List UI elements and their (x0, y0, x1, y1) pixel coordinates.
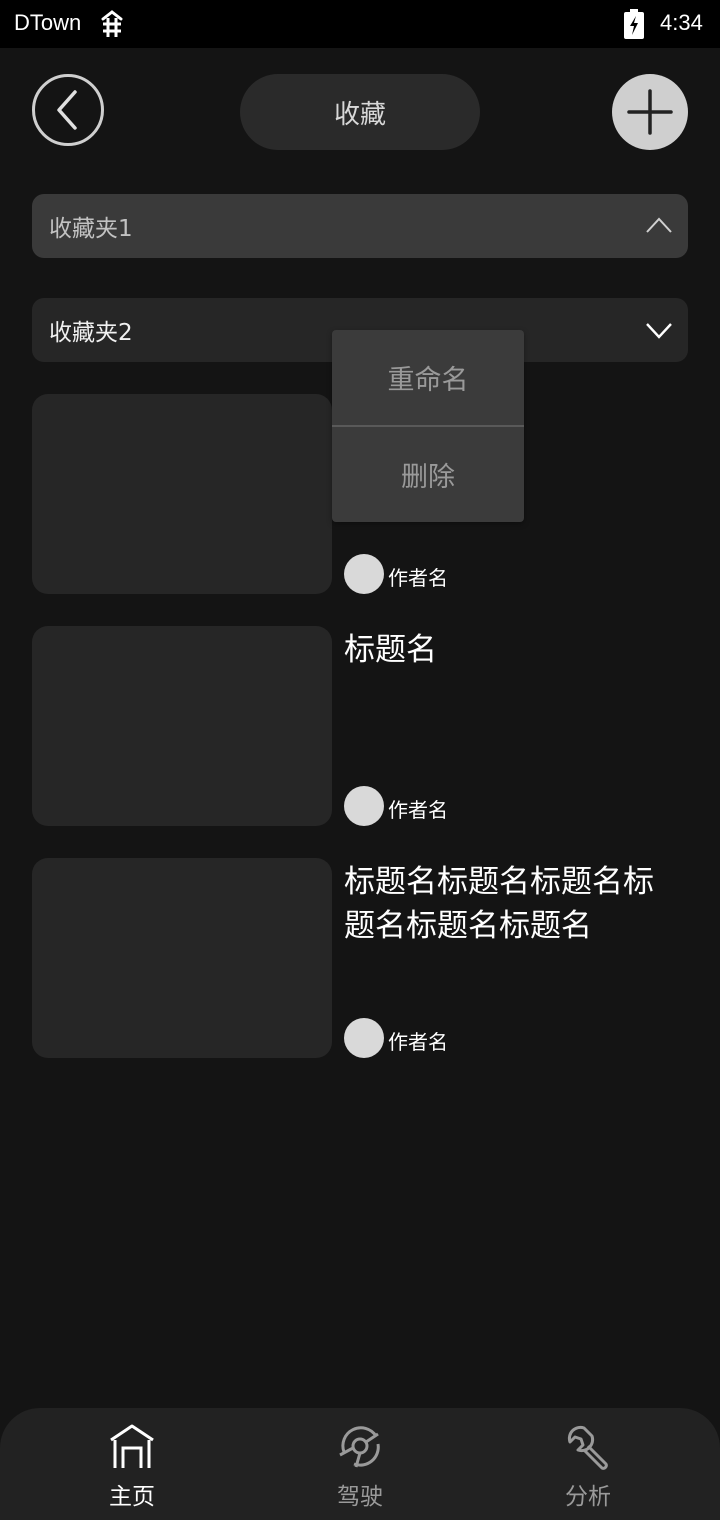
plus-icon (627, 89, 673, 135)
clock-label: 4:34 (660, 10, 703, 35)
delete-menu-item[interactable]: 删除 (332, 427, 524, 522)
author-name[interactable]: 作者名 (388, 794, 448, 823)
home-icon (110, 1424, 154, 1468)
wrench-icon (567, 1425, 608, 1470)
rename-menu-item[interactable]: 重命名 (332, 330, 524, 425)
post-thumbnail[interactable] (32, 626, 332, 826)
add-button[interactable] (612, 74, 688, 150)
post-title: 标题名 (344, 632, 437, 668)
avatar[interactable] (344, 554, 384, 594)
post-thumbnail[interactable] (32, 858, 332, 1058)
folder-row-1[interactable]: 收藏夹1 (32, 194, 688, 258)
status-bar: DTown 4:34 (0, 0, 720, 48)
battery-charging-icon (624, 9, 644, 39)
nav-label-drive: 驾驶 (337, 1484, 383, 1510)
author-name[interactable]: 作者名 (388, 562, 448, 591)
signal-icon (101, 10, 123, 37)
post-card[interactable]: 标题名 作者名 (32, 626, 688, 826)
context-menu: 重命名 删除 (332, 330, 524, 522)
chevron-left-icon (57, 90, 77, 130)
avatar[interactable] (344, 1018, 384, 1058)
bottom-nav: 主页 驾驶 分析 (0, 1408, 720, 1520)
folder-name: 收藏夹2 (49, 320, 133, 346)
page-title: 收藏 (240, 74, 480, 150)
nav-item-drive[interactable]: 驾驶 (290, 1420, 430, 1516)
chevron-up-icon[interactable] (644, 212, 674, 240)
nav-item-analysis[interactable]: 分析 (518, 1420, 658, 1516)
nav-label-analysis: 分析 (565, 1484, 611, 1510)
favorites-screen: DTown 4:34 收藏 收藏夹1 收藏夹2 重命名 删除 作者名 标题名 作… (0, 0, 720, 1520)
post-card[interactable]: 标题名标题名标题名标题名标题名标题名 作者名 (32, 858, 688, 1058)
nav-label-home: 主页 (109, 1484, 155, 1510)
nav-item-home[interactable]: 主页 (62, 1420, 202, 1516)
post-thumbnail[interactable] (32, 394, 332, 594)
back-button[interactable] (32, 74, 104, 146)
folder-name: 收藏夹1 (49, 216, 133, 242)
avatar[interactable] (344, 786, 384, 826)
chevron-down-icon[interactable] (644, 316, 674, 344)
carrier-label: DTown (14, 10, 82, 35)
steering-wheel-icon (339, 1426, 380, 1468)
author-name[interactable]: 作者名 (388, 1026, 448, 1055)
post-title: 标题名标题名标题名标题名标题名标题名 (344, 864, 654, 944)
